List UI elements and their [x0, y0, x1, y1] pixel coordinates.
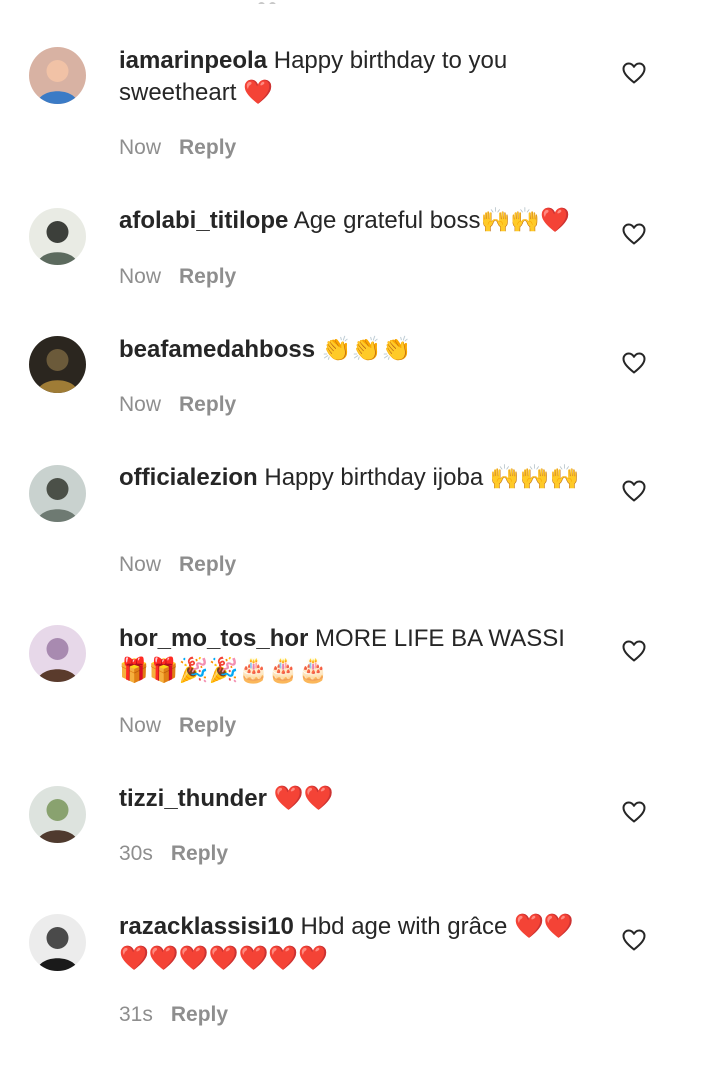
reply-button[interactable]: Reply: [179, 265, 236, 288]
reply-button[interactable]: Reply: [179, 136, 236, 159]
avatar[interactable]: [29, 914, 86, 971]
comment-body: hor_mo_tos_hor MORE LIFE BA WASSI🎁🎁🎉🎉🎂🎂🎂: [119, 623, 594, 687]
heart-outline-icon[interactable]: [622, 929, 646, 951]
comment-username[interactable]: beafamedahboss: [119, 336, 315, 363]
comment-body: tizzi_thunder ❤️❤️: [119, 783, 594, 815]
comment-timestamp: Now: [119, 265, 162, 288]
comment-timestamp: Now: [119, 714, 162, 737]
comment-timestamp: Now: [119, 553, 162, 576]
comment-body: iamarinpeola Happy birthday to you sweet…: [119, 45, 594, 109]
comment-timestamp: Now: [119, 393, 162, 416]
avatar[interactable]: [29, 208, 86, 265]
comment-meta: Now Reply: [119, 712, 236, 740]
comment-meta: 30s Reply: [119, 840, 228, 868]
reply-button[interactable]: Reply: [179, 714, 236, 737]
comment-meta: Now Reply: [119, 391, 236, 419]
comment-timestamp: Now: [119, 136, 162, 159]
reply-button[interactable]: Reply: [171, 1003, 228, 1026]
avatar[interactable]: [29, 465, 86, 522]
avatar[interactable]: [29, 625, 86, 682]
heart-outline-icon[interactable]: [622, 480, 646, 502]
comment-timestamp: 30s: [119, 842, 153, 865]
comment-meta: 31s Reply: [119, 1001, 228, 1029]
heart-outline-icon[interactable]: [622, 640, 646, 662]
comment-username[interactable]: officialezion: [119, 464, 258, 491]
avatar[interactable]: [29, 336, 86, 393]
comment-username[interactable]: afolabi_titilope: [119, 207, 288, 234]
comment-username[interactable]: razacklassisi10: [119, 913, 294, 940]
comment-username[interactable]: iamarinpeola: [119, 47, 267, 74]
comment-username[interactable]: hor_mo_tos_hor: [119, 625, 308, 652]
avatar[interactable]: [29, 47, 86, 104]
previous-comment-overflow: [258, 0, 298, 4]
reply-button[interactable]: Reply: [179, 393, 236, 416]
comment-body: beafamedahboss 👏👏👏: [119, 334, 594, 366]
comment-timestamp: 31s: [119, 1003, 153, 1026]
comment-body: officialezion Happy birthday ijoba 🙌🙌🙌: [119, 462, 594, 494]
avatar[interactable]: [29, 786, 86, 843]
comment-meta: Now Reply: [119, 551, 236, 579]
comment-body: razacklassisi10 Hbd age with grâce ❤️❤️❤…: [119, 911, 594, 975]
comment-meta: Now Reply: [119, 263, 236, 291]
comment-meta: Now Reply: [119, 134, 236, 162]
comment-text: ❤️❤️: [273, 785, 334, 812]
reply-button[interactable]: Reply: [179, 553, 236, 576]
comment-text: Age grateful boss🙌🙌❤️: [293, 207, 571, 234]
heart-outline-icon[interactable]: [622, 352, 646, 374]
heart-outline-icon[interactable]: [622, 62, 646, 84]
comment-body: afolabi_titilope Age grateful boss🙌🙌❤️: [119, 205, 594, 237]
heart-outline-icon[interactable]: [622, 223, 646, 245]
comment-text: 👏👏👏: [321, 336, 412, 363]
reply-button[interactable]: Reply: [171, 842, 228, 865]
comment-text: Happy birthday ijoba 🙌🙌🙌: [264, 464, 580, 491]
comment-username[interactable]: tizzi_thunder: [119, 785, 267, 812]
heart-outline-icon[interactable]: [622, 801, 646, 823]
